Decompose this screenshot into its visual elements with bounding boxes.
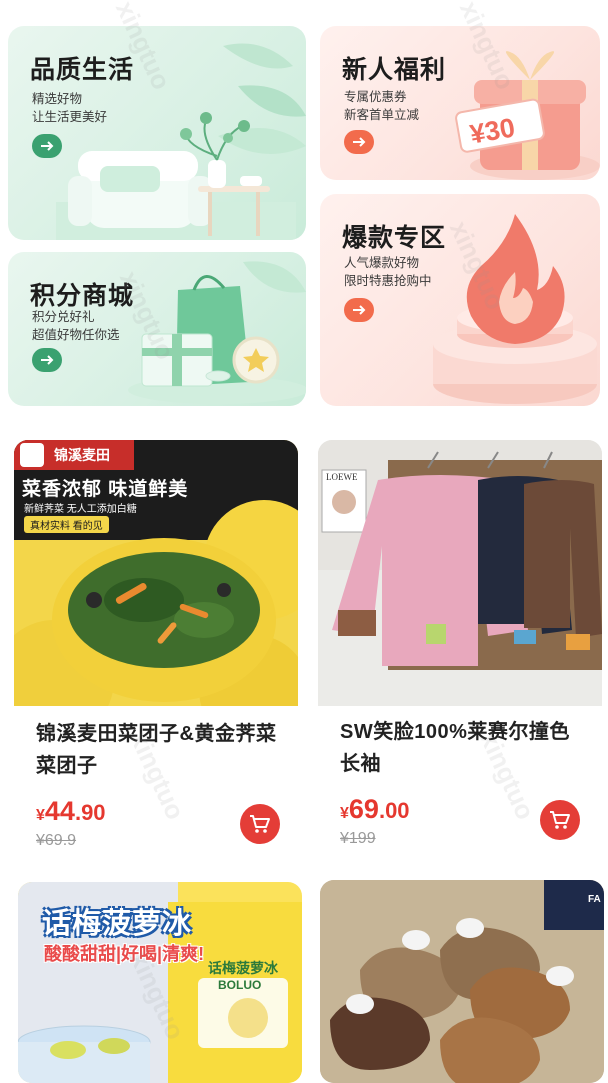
product-image[interactable]: FA <box>320 880 604 1083</box>
add-to-cart-button[interactable] <box>240 804 280 844</box>
promo-subtitle: 让生活更美好 <box>32 110 108 124</box>
product-name[interactable]: 锦溪麦田菜团子&黄金荠菜菜团子 <box>36 718 286 782</box>
arrow-right-icon[interactable] <box>32 134 62 158</box>
page: 品质生活 精选好物 让生活更美好 ¥30 新人福利 专属优惠券 新客首单立减 积… <box>0 0 608 1083</box>
poster-label: LOEWE <box>326 472 358 482</box>
product-image[interactable]: 话梅菠萝冰 酸酸甜甜|好喝|清爽! 话梅菠萝冰 BOLUO <box>18 882 302 1083</box>
product-image[interactable]: LOEWE <box>318 440 602 706</box>
banner-sub: 酸酸甜甜|好喝|清爽! <box>44 944 205 964</box>
brand-name: 锦溪麦田 <box>54 447 110 463</box>
price-decimal: .90 <box>74 800 106 825</box>
original-price: ¥199 <box>340 830 376 847</box>
cart-icon <box>250 815 270 833</box>
banner-headline: 菜香浓郁 味道鲜美 <box>22 479 189 500</box>
promo-subtitle: 限时特惠抢购中 <box>344 274 432 288</box>
banner-tag: 真材实料 看的见 <box>24 516 109 533</box>
product-price: ¥69.00 <box>340 794 410 825</box>
pack-title: 话梅菠萝冰 <box>208 960 278 976</box>
clothing-illustration <box>318 440 602 670</box>
price-integer: 69 <box>348 794 379 824</box>
currency-symbol: ¥ <box>36 807 45 824</box>
promo-title: 爆款专区 <box>342 224 447 252</box>
price-integer: 44 <box>44 796 75 826</box>
banner-small-text: 新鲜荠菜 无人工添加白糖 <box>24 504 137 515</box>
promo-subtitle: 专属优惠券 <box>344 90 407 104</box>
promo-subtitle: 积分兑好礼 <box>32 310 95 324</box>
brand-logo-icon <box>20 443 44 467</box>
currency-symbol: ¥ <box>340 805 349 822</box>
promo-title: 积分商城 <box>30 282 135 310</box>
shoes-illustration <box>320 880 604 1083</box>
pack-subtitle: BOLUO <box>218 978 262 992</box>
promo-card-quality-life[interactable]: 品质生活 精选好物 让生活更美好 <box>8 26 306 240</box>
promo-title: 新人福利 <box>342 56 447 84</box>
product-card[interactable]: FA <box>320 880 604 1083</box>
promo-title: 品质生活 <box>30 56 135 84</box>
product-card[interactable]: LOEWE SW笑脸100%莱赛尔撞色长袖 ¥69.00 ¥199 <box>318 440 602 868</box>
add-to-cart-button[interactable] <box>540 800 580 840</box>
promo-card-points-mall[interactable]: 积分商城 积分兑好礼 超值好物任你选 <box>8 252 306 406</box>
product-name[interactable]: SW笑脸100%莱赛尔撞色长袖 <box>340 716 590 780</box>
product-card[interactable]: 话梅菠萝冰 酸酸甜甜|好喝|清爽! 话梅菠萝冰 BOLUO <box>18 882 302 1083</box>
banner-title: 话梅菠萝冰 <box>42 908 193 940</box>
original-price: ¥69.9 <box>36 832 77 849</box>
price-decimal: .00 <box>378 798 410 823</box>
arrow-right-icon[interactable] <box>32 348 62 372</box>
product-price: ¥44.90 <box>36 796 106 827</box>
promo-subtitle: 新客首单立减 <box>344 108 420 122</box>
promo-card-hot-items[interactable]: 爆款专区 人气爆款好物 限时特惠抢购中 <box>320 194 600 406</box>
corner-label: FA <box>588 894 601 905</box>
promo-subtitle: 超值好物任你选 <box>32 328 120 342</box>
promo-card-new-user[interactable]: ¥30 新人福利 专属优惠券 新客首单立减 <box>320 26 600 180</box>
promo-subtitle: 人气爆款好物 <box>344 256 420 270</box>
promo-subtitle: 精选好物 <box>32 92 83 106</box>
arrow-right-icon[interactable] <box>344 130 374 154</box>
product-card[interactable]: 锦溪麦田 菜香浓郁 味道鲜美 新鲜荠菜 无人工添加白糖 真材实料 看的见 锦溪麦… <box>14 440 298 868</box>
arrow-right-icon[interactable] <box>344 298 374 322</box>
product-image[interactable]: 锦溪麦田 菜香浓郁 味道鲜美 新鲜荠菜 无人工添加白糖 真材实料 看的见 <box>14 440 298 706</box>
cart-icon <box>550 811 570 829</box>
